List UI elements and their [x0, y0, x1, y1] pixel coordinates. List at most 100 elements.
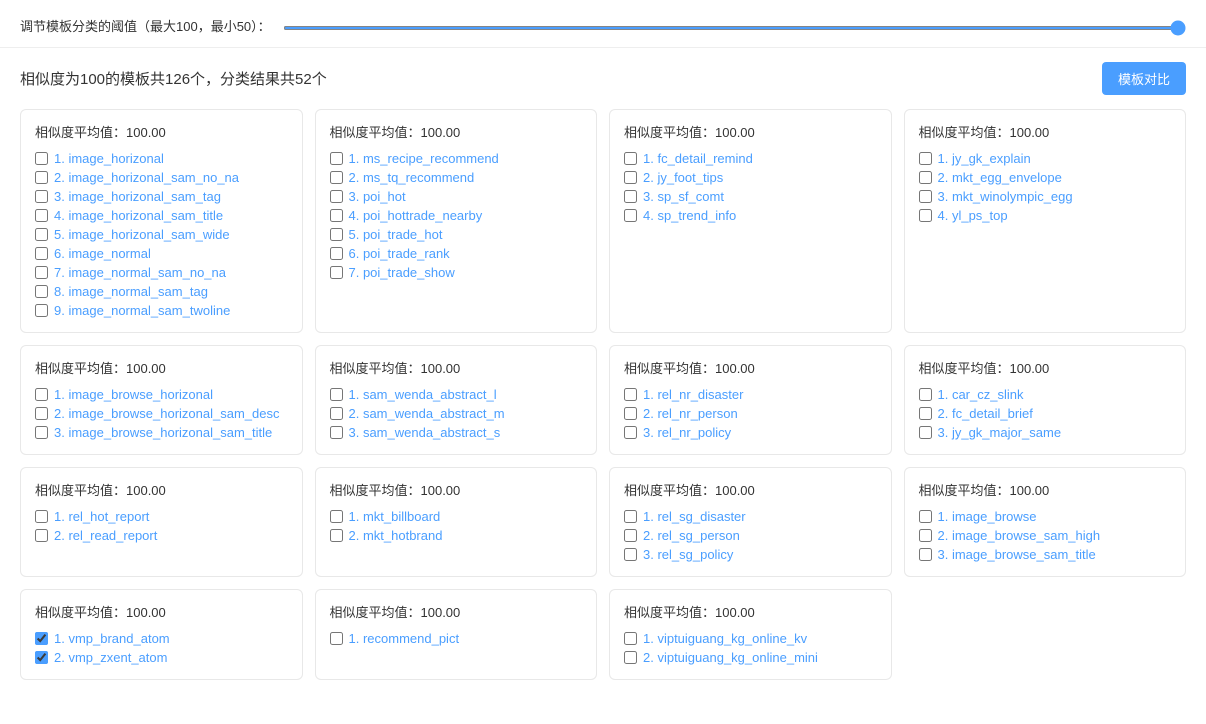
checkbox-4-1[interactable]	[919, 152, 932, 165]
template-link-4-3[interactable]: 3. mkt_winolympic_egg	[938, 189, 1073, 204]
template-link-1-4[interactable]: 4. image_horizonal_sam_title	[54, 208, 223, 223]
checkbox-8-1[interactable]	[919, 388, 932, 401]
checkbox-8-3[interactable]	[919, 426, 932, 439]
template-link-1-5[interactable]: 5. image_horizonal_sam_wide	[54, 227, 230, 242]
checkbox-10-1[interactable]	[330, 510, 343, 523]
template-link-12-3[interactable]: 3. image_browse_sam_title	[938, 547, 1096, 562]
checkbox-3-1[interactable]	[624, 152, 637, 165]
template-link-13-2[interactable]: 2. vmp_zxent_atom	[54, 650, 167, 665]
template-link-5-3[interactable]: 3. image_browse_horizonal_sam_title	[54, 425, 272, 440]
checkbox-1-9[interactable]	[35, 304, 48, 317]
checkbox-8-2[interactable]	[919, 407, 932, 420]
checkbox-2-4[interactable]	[330, 209, 343, 222]
template-link-1-6[interactable]: 6. image_normal	[54, 246, 151, 261]
template-link-7-1[interactable]: 1. rel_nr_disaster	[643, 387, 743, 402]
checkbox-1-5[interactable]	[35, 228, 48, 241]
template-link-3-3[interactable]: 3. sp_sf_comt	[643, 189, 724, 204]
template-link-11-2[interactable]: 2. rel_sg_person	[643, 528, 740, 543]
checkbox-3-2[interactable]	[624, 171, 637, 184]
template-link-4-2[interactable]: 2. mkt_egg_envelope	[938, 170, 1062, 185]
checkbox-6-3[interactable]	[330, 426, 343, 439]
checkbox-1-4[interactable]	[35, 209, 48, 222]
template-link-2-5[interactable]: 5. poi_trade_hot	[349, 227, 443, 242]
template-link-2-3[interactable]: 3. poi_hot	[349, 189, 406, 204]
checkbox-2-3[interactable]	[330, 190, 343, 203]
template-link-14-1[interactable]: 1. recommend_pict	[349, 631, 460, 646]
template-link-10-1[interactable]: 1. mkt_billboard	[349, 509, 441, 524]
checkbox-3-4[interactable]	[624, 209, 637, 222]
template-link-8-1[interactable]: 1. car_cz_slink	[938, 387, 1024, 402]
checkbox-14-1[interactable]	[330, 632, 343, 645]
template-link-15-2[interactable]: 2. viptuiguang_kg_online_mini	[643, 650, 818, 665]
compare-button[interactable]: 模板对比	[1102, 62, 1186, 95]
checkbox-1-1[interactable]	[35, 152, 48, 165]
template-link-11-3[interactable]: 3. rel_sg_policy	[643, 547, 733, 562]
template-link-12-1[interactable]: 1. image_browse	[938, 509, 1037, 524]
checkbox-12-3[interactable]	[919, 548, 932, 561]
checkbox-2-7[interactable]	[330, 266, 343, 279]
template-link-13-1[interactable]: 1. vmp_brand_atom	[54, 631, 170, 646]
template-link-6-2[interactable]: 2. sam_wenda_abstract_m	[349, 406, 505, 421]
checkbox-2-2[interactable]	[330, 171, 343, 184]
checkbox-4-4[interactable]	[919, 209, 932, 222]
template-link-1-7[interactable]: 7. image_normal_sam_no_na	[54, 265, 226, 280]
template-link-9-2[interactable]: 2. rel_read_report	[54, 528, 157, 543]
checkbox-15-1[interactable]	[624, 632, 637, 645]
checkbox-1-7[interactable]	[35, 266, 48, 279]
checkbox-7-2[interactable]	[624, 407, 637, 420]
checkbox-7-1[interactable]	[624, 388, 637, 401]
checkbox-13-2[interactable]	[35, 651, 48, 664]
template-link-10-2[interactable]: 2. mkt_hotbrand	[349, 528, 443, 543]
template-link-9-1[interactable]: 1. rel_hot_report	[54, 509, 149, 524]
template-link-1-3[interactable]: 3. image_horizonal_sam_tag	[54, 189, 221, 204]
checkbox-9-2[interactable]	[35, 529, 48, 542]
checkbox-1-6[interactable]	[35, 247, 48, 260]
checkbox-7-3[interactable]	[624, 426, 637, 439]
template-link-2-1[interactable]: 1. ms_recipe_recommend	[349, 151, 499, 166]
template-link-1-8[interactable]: 8. image_normal_sam_tag	[54, 284, 208, 299]
checkbox-1-8[interactable]	[35, 285, 48, 298]
checkbox-13-1[interactable]	[35, 632, 48, 645]
template-link-8-2[interactable]: 2. fc_detail_brief	[938, 406, 1033, 421]
template-link-5-1[interactable]: 1. image_browse_horizonal	[54, 387, 213, 402]
checkbox-9-1[interactable]	[35, 510, 48, 523]
template-link-3-1[interactable]: 1. fc_detail_remind	[643, 151, 753, 166]
checkbox-5-2[interactable]	[35, 407, 48, 420]
checkbox-5-1[interactable]	[35, 388, 48, 401]
checkbox-12-1[interactable]	[919, 510, 932, 523]
template-link-1-2[interactable]: 2. image_horizonal_sam_no_na	[54, 170, 239, 185]
template-link-8-3[interactable]: 3. jy_gk_major_same	[938, 425, 1062, 440]
template-link-2-4[interactable]: 4. poi_hottrade_nearby	[349, 208, 483, 223]
template-link-7-3[interactable]: 3. rel_nr_policy	[643, 425, 731, 440]
template-link-6-3[interactable]: 3. sam_wenda_abstract_s	[349, 425, 501, 440]
checkbox-6-1[interactable]	[330, 388, 343, 401]
template-link-12-2[interactable]: 2. image_browse_sam_high	[938, 528, 1101, 543]
checkbox-1-3[interactable]	[35, 190, 48, 203]
template-link-11-1[interactable]: 1. rel_sg_disaster	[643, 509, 746, 524]
checkbox-2-5[interactable]	[330, 228, 343, 241]
template-link-4-1[interactable]: 1. jy_gk_explain	[938, 151, 1031, 166]
template-link-4-4[interactable]: 4. yl_ps_top	[938, 208, 1008, 223]
checkbox-11-3[interactable]	[624, 548, 637, 561]
template-link-2-7[interactable]: 7. poi_trade_show	[349, 265, 455, 280]
checkbox-15-2[interactable]	[624, 651, 637, 664]
template-link-1-9[interactable]: 9. image_normal_sam_twoline	[54, 303, 230, 318]
checkbox-11-1[interactable]	[624, 510, 637, 523]
checkbox-4-2[interactable]	[919, 171, 932, 184]
checkbox-4-3[interactable]	[919, 190, 932, 203]
checkbox-2-1[interactable]	[330, 152, 343, 165]
threshold-slider[interactable]	[283, 26, 1186, 30]
template-link-1-1[interactable]: 1. image_horizonal	[54, 151, 164, 166]
checkbox-10-2[interactable]	[330, 529, 343, 542]
checkbox-5-3[interactable]	[35, 426, 48, 439]
template-link-2-2[interactable]: 2. ms_tq_recommend	[349, 170, 475, 185]
checkbox-11-2[interactable]	[624, 529, 637, 542]
template-link-15-1[interactable]: 1. viptuiguang_kg_online_kv	[643, 631, 807, 646]
template-link-2-6[interactable]: 6. poi_trade_rank	[349, 246, 450, 261]
checkbox-3-3[interactable]	[624, 190, 637, 203]
template-link-7-2[interactable]: 2. rel_nr_person	[643, 406, 738, 421]
checkbox-6-2[interactable]	[330, 407, 343, 420]
template-link-3-4[interactable]: 4. sp_trend_info	[643, 208, 736, 223]
checkbox-12-2[interactable]	[919, 529, 932, 542]
template-link-5-2[interactable]: 2. image_browse_horizonal_sam_desc	[54, 406, 279, 421]
